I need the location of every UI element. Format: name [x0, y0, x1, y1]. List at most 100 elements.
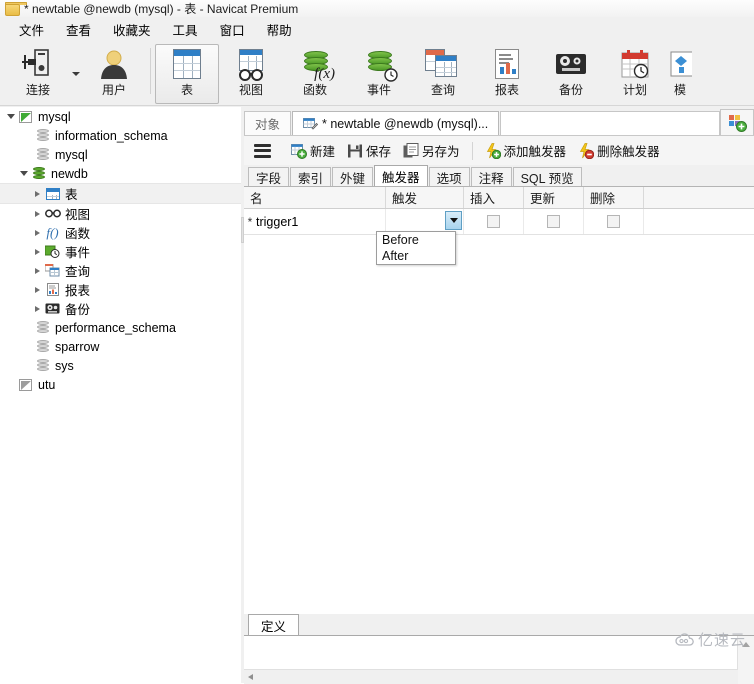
tree-node-performance-schema[interactable]: performance_schema: [0, 318, 241, 337]
trigger-timing-dropdown-list[interactable]: Before After: [376, 231, 456, 265]
subtab-sql-preview[interactable]: SQL 预览: [512, 167, 582, 186]
tab-objects[interactable]: 对象: [244, 111, 292, 135]
delete-checkbox[interactable]: [607, 215, 620, 228]
menu-item-window[interactable]: 窗口: [209, 17, 256, 42]
dropdown-option-after[interactable]: After: [377, 248, 455, 264]
toolbar-button-table[interactable]: 表: [155, 44, 219, 104]
subtab-label: 注释: [478, 171, 504, 186]
collapse-arrow-icon[interactable]: [31, 204, 44, 223]
toolbar-button-query[interactable]: 查询: [411, 44, 475, 104]
collapse-arrow-icon[interactable]: [31, 242, 44, 261]
function-icon: f(): [46, 224, 59, 240]
tree-node-newdb[interactable]: newdb: [0, 164, 241, 183]
subtab-indexes[interactable]: 索引: [290, 167, 332, 186]
window-title: * newtable @newdb (mysql) - 表 - Navicat …: [24, 2, 299, 16]
toolbar-button-view[interactable]: 视图: [219, 44, 283, 104]
trigger-grid[interactable]: 名 触发 插入 更新 删除 * trigger1 Before After: [244, 186, 754, 615]
tree-node-mysql-db[interactable]: mysql: [0, 145, 241, 164]
trigger-timing-dropdown-button[interactable]: [445, 211, 462, 230]
toolbar-button-backup[interactable]: 备份: [539, 44, 603, 104]
definition-horizontal-scrollbar[interactable]: [244, 669, 738, 684]
cell-insert[interactable]: [464, 209, 524, 234]
tree-node-tables[interactable]: 表: [0, 183, 241, 204]
toolbar-separator: [150, 48, 151, 94]
menu-item-tools[interactable]: 工具: [162, 17, 209, 42]
cell-update[interactable]: [524, 209, 584, 234]
subtab-fields[interactable]: 字段: [248, 167, 290, 186]
tab-strip-filler: [500, 111, 720, 135]
toolbar-button-function[interactable]: f(x) 函数: [283, 44, 347, 104]
connection-dropdown-arrow[interactable]: [70, 44, 82, 104]
expand-arrow-icon[interactable]: [17, 164, 30, 183]
dropdown-option-before[interactable]: Before: [377, 232, 455, 248]
subtab-triggers[interactable]: 触发器: [374, 165, 428, 186]
expand-arrow-icon[interactable]: [4, 107, 17, 126]
collapse-arrow-icon[interactable]: [31, 280, 44, 299]
query-icon: [421, 45, 465, 83]
subtab-foreign-keys[interactable]: 外键: [332, 167, 374, 186]
delete-trigger-button[interactable]: 删除触发器: [572, 139, 666, 163]
toolbar-label-query: 查询: [430, 83, 455, 97]
new-object-icon[interactable]: [720, 109, 754, 135]
tree-node-reports[interactable]: 报表: [0, 280, 241, 299]
tree-node-backups[interactable]: 备份: [0, 299, 241, 318]
tree-node-functions[interactable]: f() 函数: [0, 223, 241, 242]
tree-label: 查询: [65, 265, 91, 279]
tab-definition[interactable]: 定义: [248, 614, 300, 635]
collapse-arrow-icon[interactable]: [31, 299, 44, 318]
add-trigger-button[interactable]: 添加触发器: [479, 139, 573, 163]
toolbar-button-report[interactable]: 报表: [475, 44, 539, 104]
navicat-window: * newtable @newdb (mysql) - 表 - Navicat …: [0, 0, 754, 684]
tree-node-queries[interactable]: 查询: [0, 261, 241, 280]
menu-item-favorites[interactable]: 收藏夹: [102, 17, 162, 42]
column-header-insert[interactable]: 插入: [464, 187, 524, 208]
subtab-label: 触发器: [382, 170, 420, 185]
database-gray-icon: [34, 318, 51, 337]
column-header-update[interactable]: 更新: [524, 187, 584, 208]
menu-item-view[interactable]: 查看: [55, 17, 102, 42]
watermark-text: 亿速云: [697, 632, 746, 649]
cell-name[interactable]: * trigger1: [244, 209, 386, 234]
subtab-label: 选项: [436, 171, 462, 186]
hamburger-icon[interactable]: [254, 143, 271, 158]
table-row[interactable]: * trigger1: [244, 209, 754, 235]
tree-node-utu-connection[interactable]: utu: [0, 375, 241, 394]
object-tree-sidebar[interactable]: mysql information_schema mysql newdb 表 视…: [0, 107, 242, 683]
collapse-arrow-icon[interactable]: [31, 261, 44, 280]
definition-tab-label: 定义: [261, 619, 287, 634]
toolbar-button-model[interactable]: 模: [667, 44, 693, 104]
tree-node-information-schema[interactable]: information_schema: [0, 126, 241, 145]
function-icon: f(x): [293, 45, 337, 83]
new-button[interactable]: 新建: [285, 139, 341, 163]
toolbar-button-connection[interactable]: 连接: [6, 44, 70, 104]
tree-node-sys[interactable]: sys: [0, 356, 241, 375]
update-checkbox[interactable]: [547, 215, 560, 228]
menu-item-file[interactable]: 文件: [8, 17, 55, 42]
grid-header-row: 名 触发 插入 更新 删除: [244, 187, 754, 209]
tree-label: utu: [38, 377, 56, 392]
user-icon: [92, 45, 136, 83]
column-header-name[interactable]: 名: [244, 187, 386, 208]
toolbar-button-event[interactable]: 事件: [347, 44, 411, 104]
collapse-arrow-icon[interactable]: [31, 223, 44, 242]
tree-node-mysql-connection[interactable]: mysql: [0, 107, 241, 126]
connection-icon: [16, 45, 60, 83]
subtab-options[interactable]: 选项: [428, 167, 470, 186]
tree-node-sparrow[interactable]: sparrow: [0, 337, 241, 356]
toolbar-button-schedule[interactable]: 计划: [603, 44, 667, 104]
insert-checkbox[interactable]: [487, 215, 500, 228]
cell-delete[interactable]: [584, 209, 644, 234]
subtab-comment[interactable]: 注释: [470, 167, 512, 186]
collapse-arrow-icon[interactable]: [31, 184, 44, 203]
column-header-trigger[interactable]: 触发: [386, 187, 464, 208]
toolbar-button-user[interactable]: 用户: [82, 44, 146, 104]
column-header-delete[interactable]: 删除: [584, 187, 644, 208]
tab-newtable-editor[interactable]: * newtable @newdb (mysql)...: [292, 111, 500, 135]
save-button[interactable]: 保存: [341, 139, 397, 163]
menu-item-help[interactable]: 帮助: [256, 17, 303, 42]
tree-node-views[interactable]: 视图: [0, 204, 241, 223]
scroll-left-arrow-icon[interactable]: [244, 671, 257, 684]
save-as-button[interactable]: 另存为: [397, 139, 466, 163]
tree-node-events[interactable]: 事件: [0, 242, 241, 261]
